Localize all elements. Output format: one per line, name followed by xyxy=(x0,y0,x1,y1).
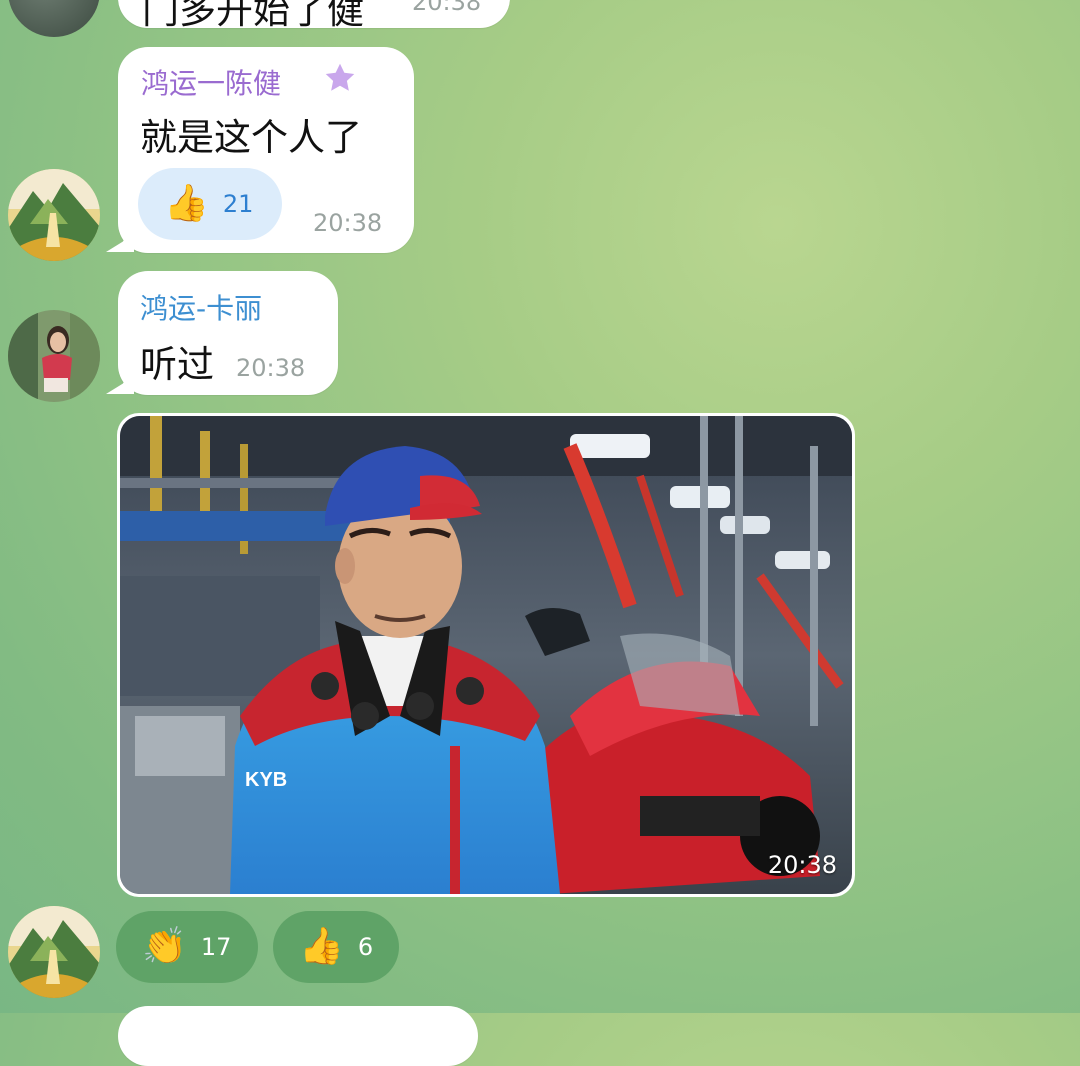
thumbs-up-icon: 👍 xyxy=(164,183,209,224)
reaction-chip-1[interactable]: 👍 21 xyxy=(138,168,282,240)
photo-time-badge: 20:38 xyxy=(767,851,837,879)
reaction-count-1: 21 xyxy=(222,190,254,218)
photo-image: KYB xyxy=(120,416,852,894)
reaction-count-clap: 17 xyxy=(200,933,232,961)
avatar-2[interactable] xyxy=(8,310,100,402)
reaction-count-thumbs: 6 xyxy=(357,933,374,961)
reaction-chip-thumbs[interactable]: 👍 6 xyxy=(273,911,399,983)
photo-frame: KYB xyxy=(120,416,852,894)
message-time-2: 20:38 xyxy=(236,354,306,382)
reaction-chip-clap[interactable]: 👏 17 xyxy=(116,911,258,983)
mountain-avatar-image xyxy=(8,906,100,998)
star-icon xyxy=(322,60,358,96)
sender-name-2[interactable]: 鸿运-卡丽 xyxy=(140,287,262,327)
sender-name-1[interactable]: 鸿运一陈健 xyxy=(141,62,281,102)
thumbs-up-icon: 👍 xyxy=(299,926,344,967)
avatar-image xyxy=(8,0,100,37)
message-time-1: 20:38 xyxy=(313,209,383,237)
avatar-3[interactable] xyxy=(8,906,100,998)
avatar-1[interactable] xyxy=(8,169,100,261)
clapping-hands-icon: 👏 xyxy=(142,926,187,967)
message-text-top: 门多开始了健 xyxy=(142,0,364,32)
message-text-2: 听过 xyxy=(140,343,214,386)
message-bubble-next[interactable] xyxy=(118,1006,478,1066)
photo-message[interactable]: KYB 20:38 xyxy=(117,413,855,897)
message-text-1: 就是这个人了 xyxy=(140,116,362,159)
message-time-top: 20:38 xyxy=(412,0,482,16)
woman-avatar-image xyxy=(8,310,100,402)
jacket-logo: KYB xyxy=(245,769,287,791)
mountain-avatar-image xyxy=(8,169,100,261)
avatar-top[interactable] xyxy=(8,0,100,37)
